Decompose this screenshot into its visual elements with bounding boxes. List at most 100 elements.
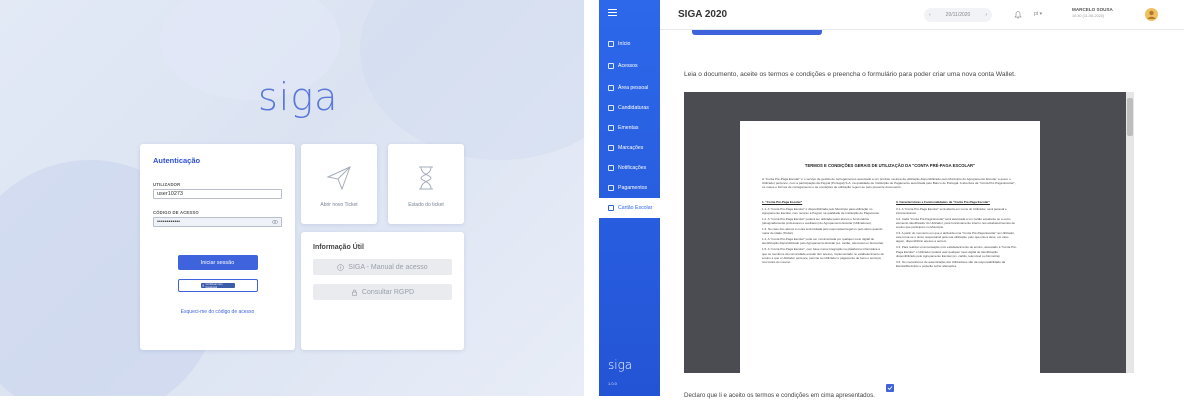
app-screen: Início Acessos Área pessoal Candidaturas Eme… [599, 0, 1184, 396]
document-section-heading: 1. "Conta Pré-Paga Escolar" [762, 199, 803, 204]
hamburger-menu-icon[interactable] [608, 9, 617, 16]
sidebar-item[interactable]: Pagamentos [599, 178, 660, 198]
password-label: CÓDIGO DE ACESSO [153, 210, 199, 215]
document-paragraph: 1.4. A "Conta Pré-Paga Escolar" pode ser… [762, 237, 884, 246]
document-paragraph: 3.2. Cada "Conta Pré-Paga Escolar" será … [896, 216, 1015, 230]
new-ticket-tile[interactable]: Abrir novo Ticket [301, 144, 377, 224]
password-field[interactable]: •••••••••••• [153, 217, 282, 227]
declaration-row: Declaro que li e aceito os termos e cond… [684, 384, 875, 402]
sidebar-item-label: Início [618, 41, 631, 47]
manual-button[interactable]: SIGA - Manual de acesso [313, 259, 452, 275]
sidebar-item-label: Área pessoal [618, 85, 649, 91]
sidebar-item[interactable]: Candidaturas [599, 98, 660, 118]
sidebar-item[interactable]: Notificações [599, 158, 660, 178]
sidebar-item-label: Acessos [618, 63, 638, 69]
sidebar-item-label: Notificações [618, 165, 647, 171]
document-columns: 1. "Conta Pré-Paga Escolar" 1.1. A "Cont… [762, 200, 1018, 270]
ticket-status-tile[interactable]: Estado do ticket [388, 144, 464, 224]
document-viewer[interactable]: TERMOS E CONDIÇÕES GERAIS DE UTILIZAÇÃO … [684, 92, 1134, 373]
useful-info-card: Informação Útil SIGA - Manual de acesso … [301, 232, 464, 350]
credit-card-icon [608, 185, 614, 191]
login-screen: siga Autenticação UTILIZADOR user10273 C… [0, 0, 584, 396]
sidebar: Início Acessos Área pessoal Candidaturas Eme… [599, 0, 660, 396]
document-title: TERMOS E CONDIÇÕES GERAIS DE UTILIZAÇÃO … [804, 163, 976, 168]
date-navigator: ‹ 20/11/2020 › [924, 8, 992, 22]
document-paragraph: 1.3. No caso dos alunos a conta será tit… [762, 227, 883, 236]
sidebar-siga-logo: siga [608, 358, 633, 372]
lock-icon [352, 289, 357, 296]
rgpd-button-label: Consultar RGPD [361, 288, 415, 296]
document-intro: A "Conta Pré-Paga Escolar" é o serviço d… [762, 177, 1016, 190]
user-name: MARCELO SOUSA [1072, 7, 1113, 12]
info-icon [337, 263, 345, 271]
user-label: UTILIZADOR [153, 182, 181, 187]
document-page: TERMOS E CONDIÇÕES GERAIS DE UTILIZAÇÃO … [740, 121, 1040, 373]
sidebar-item[interactable]: Ementas [599, 118, 660, 138]
eye-icon[interactable] [272, 219, 278, 225]
bell-icon [608, 165, 614, 171]
sidebar-item[interactable]: Marcações [599, 138, 660, 158]
document-paragraph: 1.2. A "Conta Pré-Paga Escolar" poderá s… [762, 216, 872, 225]
document-left-column: 1. "Conta Pré-Paga Escolar" 1.1. A "Cont… [762, 200, 884, 270]
siga-logo: siga [258, 75, 339, 119]
sidebar-item[interactable]: Início [599, 34, 660, 54]
home-icon [608, 41, 614, 47]
instructions-text: Leia o documento, aceite os termos e con… [684, 71, 1016, 78]
user-icon [608, 85, 614, 91]
current-date[interactable]: 20/11/2020 [946, 12, 971, 18]
document-paragraph: 3.1. A "Conta Pré-Paga Escolar" será abe… [896, 206, 1007, 215]
authentication-card: Autenticação UTILIZADOR user10273 CÓDIGO… [140, 144, 295, 350]
language-select[interactable]: pt ▾ [1034, 11, 1042, 17]
facebook-badge: f Continuar com Facebook [200, 283, 235, 289]
document-right-column: 3. Características e Funcionalidades da … [896, 200, 1018, 270]
document-scrollbar[interactable] [1126, 92, 1134, 373]
manual-button-label: SIGA - Manual de acesso [348, 263, 428, 271]
document-paragraph: 1.1. A "Conta Pré-Paga Escolar" é dispon… [762, 206, 880, 215]
app-version: 1.0.0 [608, 381, 617, 386]
user-icon [1147, 10, 1156, 19]
document-paragraph: 3.4. Para realizar uma transação num est… [896, 245, 1017, 258]
document-paragraph: 3.3. A partir do momento em que é atribu… [896, 231, 1015, 244]
key-icon [608, 63, 614, 69]
document-paragraph: 1.5. A "Conta Pré-Paga Escolar", com bas… [762, 247, 884, 264]
document-icon [608, 105, 614, 111]
id-card-icon [608, 205, 614, 211]
document-section-heading: 3. Características e Funcionalidades da … [896, 199, 990, 204]
useful-info-title: Informação Útil [313, 244, 364, 251]
facebook-f-icon: f [202, 283, 204, 288]
login-button[interactable]: Iniciar sessão [177, 255, 258, 270]
user-last-login: 10:30 (11-06-2020) [1072, 14, 1105, 18]
sidebar-item-label: Ementas [618, 125, 639, 131]
sidebar-item[interactable]: Área pessoal [599, 78, 660, 98]
auth-title: Autenticação [153, 156, 201, 165]
sidebar-item[interactable]: Cartão Escolar [599, 198, 660, 218]
chevron-left-icon[interactable]: ‹ [929, 12, 931, 18]
facebook-login-button[interactable]: f Continuar com Facebook [177, 279, 258, 292]
topbar: SIGA 2020 ‹ 20/11/2020 › pt ▾ MARCELO SO… [660, 0, 1184, 30]
content-tab-indicator [692, 30, 822, 35]
sidebar-item-label: Pagamentos [618, 185, 648, 191]
paper-plane-icon [326, 166, 351, 191]
scrollbar-thumb[interactable] [1127, 98, 1133, 136]
cutlery-icon [608, 125, 614, 131]
ticket-status-label: Estado do ticket [408, 202, 444, 208]
avatar[interactable] [1145, 8, 1158, 21]
document-paragraph: 3.5. Os mecanismos de autenticação dos U… [896, 259, 1006, 268]
chevron-down-icon: ▾ [1039, 11, 1043, 17]
bell-icon[interactable] [1014, 10, 1022, 19]
sidebar-item[interactable]: Acessos [599, 56, 660, 76]
sidebar-item-label: Cartão Escolar [618, 205, 653, 211]
check-icon [887, 386, 893, 391]
hourglass-icon [419, 166, 433, 190]
language-value: pt [1034, 11, 1039, 17]
background-shape [360, 0, 584, 160]
sidebar-item-label: Candidaturas [618, 105, 649, 111]
terms-checkbox[interactable] [886, 384, 894, 392]
username-field[interactable]: user10273 [153, 189, 282, 199]
password-value: •••••••••••• [157, 219, 181, 225]
chevron-right-icon[interactable]: › [985, 12, 987, 18]
new-ticket-label: Abrir novo Ticket [320, 202, 358, 208]
forgot-code-link[interactable]: Esqueci-me do código de acesso [153, 309, 282, 315]
calendar-icon [608, 145, 614, 151]
rgpd-button[interactable]: Consultar RGPD [313, 284, 452, 300]
